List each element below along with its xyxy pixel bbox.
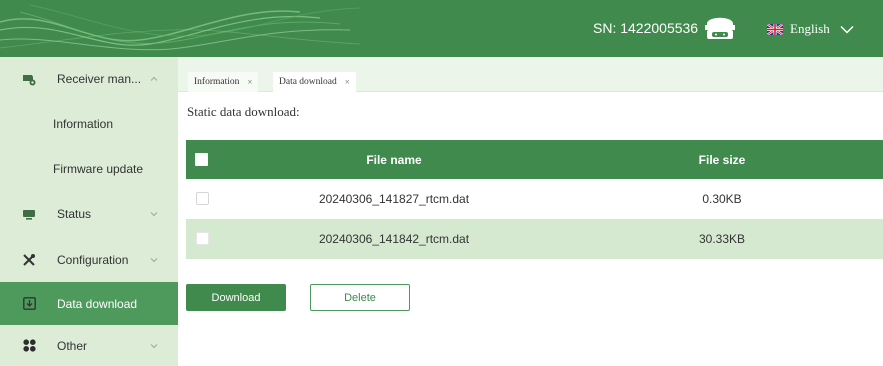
tab-label: Information [194, 77, 240, 87]
file-size-cell: 30.33KB [698, 232, 746, 246]
tab-label: Data download [279, 77, 337, 87]
uk-flag-icon [767, 23, 783, 35]
table-header: File name File size [186, 140, 883, 179]
sidebar-item-firmware-update[interactable]: Firmware update [0, 146, 178, 191]
sidebar-item-receiver-management[interactable]: Receiver man... [0, 57, 178, 101]
table-row[interactable]: 20240306_141842_rtcm.dat 30.33KB [186, 219, 883, 259]
sidebar-item-label: Firmware update [53, 161, 144, 176]
page-title: Static data download: [187, 104, 300, 119]
serial-number: SN: 1422005536 [593, 20, 699, 36]
row-checkbox[interactable] [196, 232, 209, 245]
tools-icon [21, 252, 37, 268]
sidebar-item-label: Status [57, 207, 92, 221]
chevron-down-icon [150, 257, 158, 262]
close-icon[interactable]: × [247, 77, 252, 87]
sidebar-item-label: Other [57, 338, 88, 353]
monitor-icon [21, 206, 37, 222]
row-checkbox[interactable] [196, 192, 209, 205]
column-header-file-name: File name [366, 152, 422, 167]
file-name-cell: 20240306_141842_rtcm.dat [318, 232, 470, 246]
language-selector[interactable]: English [767, 21, 854, 37]
column-header-file-size: File size [698, 152, 746, 167]
header-wave-decoration [0, 4, 360, 51]
sidebar-item-label: Information [53, 116, 114, 131]
sidebar-item-label: Receiver man... [57, 72, 142, 86]
file-name-cell: 20240306_141827_rtcm.dat [318, 192, 470, 206]
chevron-down-icon [150, 212, 158, 217]
sidebar-item-status[interactable]: Status [0, 191, 178, 237]
sidebar-item-data-download[interactable]: Data download [0, 282, 178, 325]
top-header: SN: 1422005536 English [0, 0, 883, 57]
receiver-icon [21, 71, 37, 87]
chevron-up-icon [150, 76, 158, 81]
tab-data-download[interactable]: Data download × [273, 72, 356, 92]
gnss-receiver-icon [705, 17, 735, 39]
close-icon[interactable]: × [345, 77, 350, 87]
delete-button[interactable]: Delete [310, 284, 410, 311]
grid-icon [21, 338, 37, 354]
file-size-cell: 0.30KB [702, 192, 742, 206]
sidebar-item-other[interactable]: Other [0, 325, 178, 366]
sidebar: Receiver man... Information Firmware upd… [0, 57, 178, 366]
select-all-checkbox[interactable] [195, 153, 208, 166]
sidebar-item-label: Configuration [57, 252, 129, 267]
download-button[interactable]: Download [186, 284, 286, 311]
sidebar-item-label: Data download [57, 296, 138, 311]
sidebar-item-configuration[interactable]: Configuration [0, 237, 178, 282]
download-icon [21, 296, 37, 312]
language-label: English [790, 21, 830, 36]
chevron-down-icon [840, 25, 854, 34]
file-table: File name File size 20240306_141827_rtcm… [186, 140, 883, 259]
tab-bar: Information × Data download × [178, 57, 883, 92]
chevron-down-icon [150, 343, 158, 348]
sidebar-item-information[interactable]: Information [0, 101, 178, 146]
tab-information[interactable]: Information × [188, 72, 259, 92]
table-row[interactable]: 20240306_141827_rtcm.dat 0.30KB [186, 179, 883, 219]
